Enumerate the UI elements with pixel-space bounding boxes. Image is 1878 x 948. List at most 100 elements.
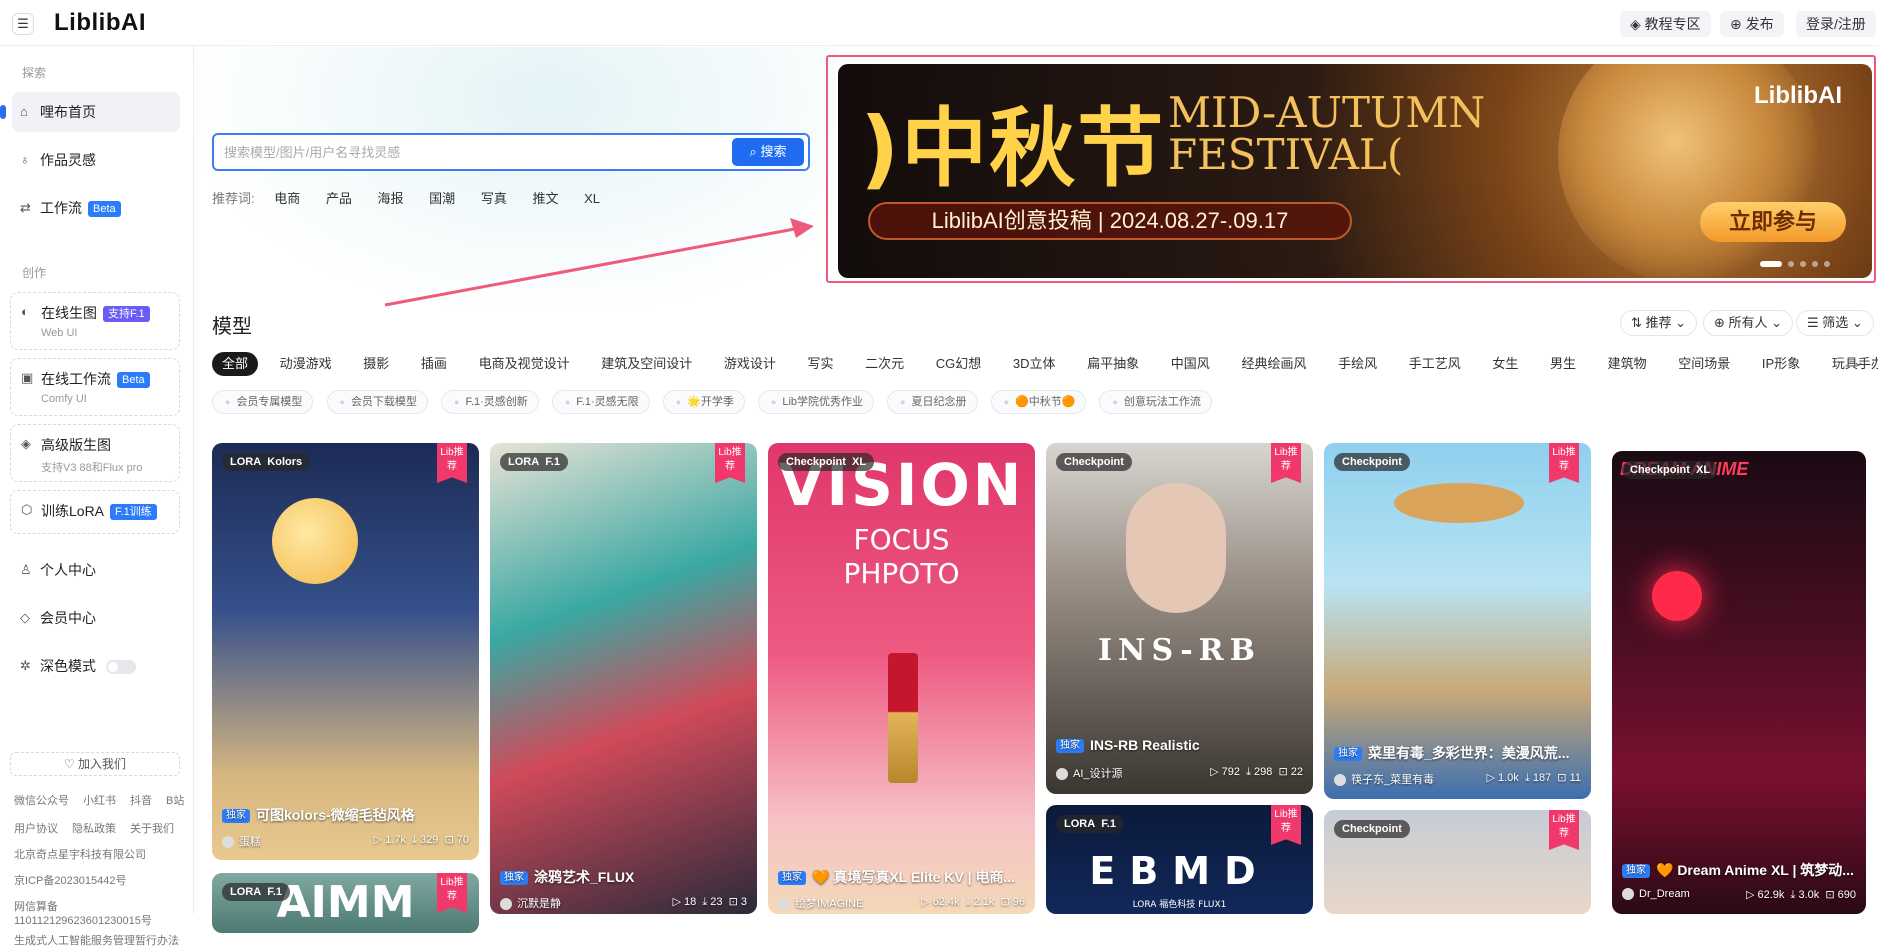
category-tab[interactable]: 女生 [1482, 352, 1528, 376]
link-wechat[interactable]: 微信公众号 [14, 795, 69, 807]
model-card[interactable]: VISION FOCUS PHPOTO Checkpoint XL 独家 🧡 真境… [768, 443, 1035, 914]
join-label: 加入我们 [78, 757, 127, 771]
link-privacy[interactable]: 隐私政策 [72, 823, 116, 835]
link-bilibili[interactable]: B站 [166, 795, 184, 807]
workflow-icon: ⇄ [20, 200, 31, 215]
sort-dropdown[interactable]: ⇅ 推荐 ⌄ [1620, 310, 1698, 336]
sidebar-card-pro-gen[interactable]: ◈ 高级版生图 支持V3 88和Flux pro [10, 424, 180, 482]
tag-chip[interactable]: 夏日纪念册 [887, 390, 978, 414]
model-type-badge: LORA Kolors [222, 453, 311, 471]
hot-word[interactable]: 写真 [481, 188, 507, 207]
card-label: 训练LoRA [41, 503, 105, 519]
link-about[interactable]: 关于我们 [130, 823, 174, 835]
tutorial-button[interactable]: ◈ 教程专区 [1620, 11, 1711, 37]
publish-button[interactable]: ⊕ 发布 [1720, 11, 1784, 37]
category-tab[interactable]: 中国风 [1161, 352, 1220, 376]
model-card[interactable]: Checkpoint Lib推荐 独家 菜里有毒_多彩世界：美漫风荒... 筷子东… [1324, 443, 1591, 799]
link-xiaohongshu[interactable]: 小红书 [83, 795, 116, 807]
recommend-ribbon: Lib推荐 [1549, 443, 1579, 483]
sidebar-item-label: 个人中心 [40, 562, 96, 578]
logo[interactable]: LiblibAI [54, 9, 146, 37]
model-name: 独家 🧡 Dream Anime XL | 筑梦动... [1622, 860, 1858, 880]
model-author[interactable]: 绘梦IMAGINE [778, 895, 863, 911]
link-douyin[interactable]: 抖音 [130, 795, 152, 807]
category-tab[interactable]: CG幻想 [926, 352, 992, 376]
sidebar-card-train-lora[interactable]: ⬡ 训练LoRA F.1训练 [10, 490, 180, 534]
sidebar-item-workflow[interactable]: ⇄ 工作流 Beta [12, 188, 180, 228]
link-user-agreement[interactable]: 用户协议 [14, 823, 58, 835]
diamond-icon: ◇ [20, 610, 30, 625]
category-tab[interactable]: 玩具手办 [1822, 352, 1878, 376]
category-tab[interactable]: 动漫游戏 [270, 352, 342, 376]
owner-dropdown[interactable]: ⊕ 所有人 ⌄ [1703, 310, 1794, 336]
hot-word[interactable]: 产品 [326, 188, 352, 207]
category-tab[interactable]: 男生 [1540, 352, 1586, 376]
join-us-button[interactable]: ♡ 加入我们 [10, 752, 180, 776]
model-author[interactable]: 蛋糕 [222, 833, 261, 849]
sidebar-item-member[interactable]: ◇ 会员中心 [12, 598, 180, 638]
tag-chip[interactable]: F.1·灵感创新 [441, 390, 539, 414]
tag-chip[interactable]: 创意玩法工作流 [1099, 390, 1212, 414]
model-author[interactable]: AI_设计源 [1056, 765, 1123, 781]
hot-word[interactable]: XL [584, 191, 600, 206]
category-tab[interactable]: 3D立体 [1003, 352, 1066, 376]
category-tab[interactable]: 游戏设计 [714, 352, 786, 376]
category-tab[interactable]: 手绘风 [1328, 352, 1387, 376]
sidebar-card-online-gen[interactable]: ◐ 在线生图 支持F.1 Web UI [10, 292, 180, 350]
dark-mode-toggle[interactable] [106, 660, 136, 675]
tag-chip[interactable]: 🌟开学季 [662, 390, 745, 414]
category-tab[interactable]: 建筑及空间设计 [591, 352, 702, 376]
model-stats: ▷ 62.9k ⤓ 3.0k ⊡ 690 [1745, 889, 1856, 901]
category-tab[interactable]: 经典绘画风 [1231, 352, 1316, 376]
chevron-down-icon[interactable]: ⌄ [1853, 354, 1864, 370]
model-card[interactable]: LORA Kolors Lib推荐 独家 可图kolors-微缩毛毡风格 蛋糕 ▷… [212, 443, 479, 860]
model-type-badge: Checkpoint [1334, 453, 1410, 471]
login-button[interactable]: 登录/注册 [1796, 11, 1876, 37]
category-tab[interactable]: 手工艺风 [1399, 352, 1471, 376]
tag-chip[interactable]: Lib学院优秀作业 [757, 390, 875, 414]
tag-chip[interactable]: 会员专属模型 [212, 390, 314, 414]
carousel-dots[interactable] [1760, 254, 1836, 272]
tag-chip[interactable]: F.1·灵感无限 [551, 390, 650, 414]
menu-icon[interactable]: ☰ [12, 13, 34, 35]
promo-banner[interactable]: )中秋节 MID-AUTUMN FESTIVAL( LiblibAI Libli… [838, 64, 1872, 278]
sidebar-card-online-workflow[interactable]: ▣ 在线工作流 Beta Comfy UI [10, 358, 180, 416]
model-author[interactable]: 沉默是静 [500, 895, 561, 911]
model-card[interactable]: DREAM ANIME Checkpoint XL 独家🧡 Dream Anim… [1612, 451, 1866, 914]
category-tab[interactable]: 二次元 [855, 352, 914, 376]
model-card[interactable]: AIMM LORA F.1 Lib推荐 [212, 873, 479, 933]
sidebar-item-home[interactable]: ⌂ 哩布首页 [0, 92, 180, 132]
sidebar-item-personal[interactable]: ♙ 个人中心 [12, 550, 180, 590]
banner-join-button[interactable]: 立即参与 [1700, 202, 1846, 242]
model-author[interactable]: Dr_Dream [1622, 888, 1690, 901]
model-card[interactable]: EBMD LORA 福色科技 FLUX1 LORA F.1 Lib推荐 [1046, 805, 1313, 914]
filter-dropdown[interactable]: ☰ 筛选 ⌄ [1796, 310, 1874, 336]
search-input[interactable] [224, 142, 684, 162]
hot-word[interactable]: 国潮 [429, 188, 455, 207]
sort-icon: ⇅ [1631, 315, 1646, 330]
category-tab[interactable]: 写实 [797, 352, 843, 376]
hot-word[interactable]: 海报 [378, 188, 404, 207]
category-tab[interactable]: 电商及视觉设计 [469, 352, 580, 376]
hot-word[interactable]: 推文 [532, 188, 558, 207]
filing-regulation[interactable]: 生成式人工智能服务管理暂行办法 [14, 932, 179, 948]
category-tab[interactable]: 扁平抽象 [1077, 352, 1149, 376]
model-card[interactable]: LORA F.1 Lib推荐 独家 涂鸦艺术_FLUX 沉默是静 ▷ 18 ⤓ 2… [490, 443, 757, 914]
sidebar-item-dark-mode[interactable]: ✲ 深色模式 [12, 646, 180, 686]
category-tab[interactable]: IP形象 [1752, 352, 1810, 376]
category-tab[interactable]: 空间场景 [1668, 352, 1740, 376]
model-stats: ▷ 1.0k ⤓ 187 ⊡ 11 [1486, 772, 1581, 784]
hot-word[interactable]: 电商 [274, 188, 300, 207]
model-card[interactable]: INS-RB Checkpoint Lib推荐 独家 INS-RB Realist… [1046, 443, 1313, 794]
search-button[interactable]: ⌕ 搜索 [732, 138, 804, 166]
category-tab[interactable]: 建筑物 [1598, 352, 1657, 376]
icp-number[interactable]: 京ICP备2023015442号 [14, 872, 127, 888]
model-card[interactable]: Checkpoint Lib推荐 [1324, 810, 1591, 914]
tab-all[interactable]: 全部 [212, 352, 259, 376]
category-tab[interactable]: 摄影 [353, 352, 399, 376]
tag-chip[interactable]: 会员下载模型 [326, 390, 428, 414]
model-author[interactable]: 筷子东_菜里有毒 [1334, 771, 1434, 787]
tag-chip[interactable]: 🟠中秋节🟠 [990, 390, 1087, 414]
sidebar-item-inspire[interactable]: ♁ 作品灵感 [12, 140, 180, 180]
category-tab[interactable]: 插画 [411, 352, 457, 376]
